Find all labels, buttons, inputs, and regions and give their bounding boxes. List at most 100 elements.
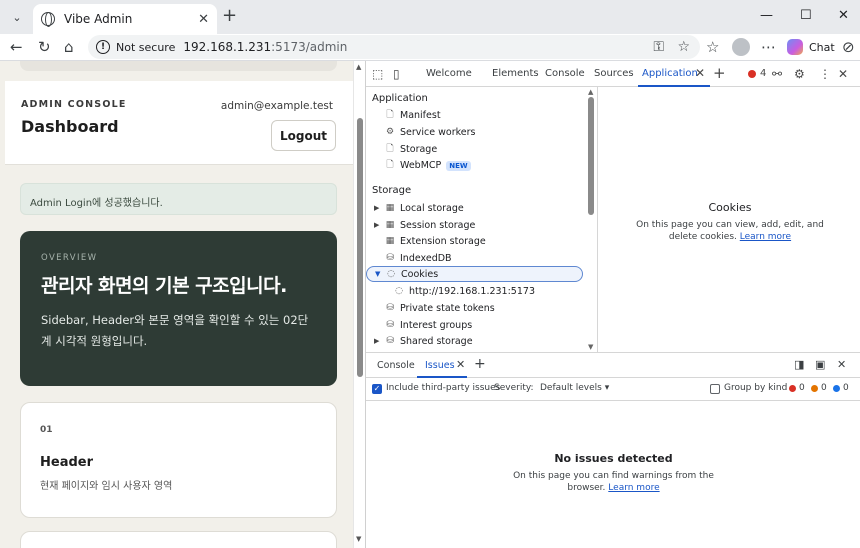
browser-tab[interactable]: Vibe Admin ✕ bbox=[33, 4, 217, 34]
devtools-tabbar: ⬚ ▯ Welcome Elements Console Sources App… bbox=[366, 61, 860, 87]
drawer-tab-issues[interactable]: Issues bbox=[425, 360, 455, 371]
tab-application[interactable]: Application bbox=[642, 68, 698, 79]
issues-body: No issues detected On this page you can … bbox=[366, 401, 860, 548]
share-icon[interactable]: ⚯ bbox=[772, 67, 782, 81]
overview-heading: 관리자 화면의 기본 구조입니다. bbox=[41, 275, 287, 297]
not-secure-label[interactable]: Not secure bbox=[116, 41, 175, 54]
home-icon[interactable]: ⌂ bbox=[64, 38, 74, 56]
chat-button[interactable]: Chat bbox=[787, 39, 835, 55]
new-tab-button[interactable]: + bbox=[222, 6, 237, 26]
tab-sources[interactable]: Sources bbox=[594, 68, 634, 79]
close-tab-icon[interactable]: ✕ bbox=[198, 12, 209, 27]
error-icon bbox=[789, 384, 796, 392]
error-count: 0 bbox=[789, 383, 805, 393]
database-icon: ⛁ bbox=[386, 253, 394, 263]
close-devtools-icon[interactable]: ✕ bbox=[838, 67, 848, 81]
cookies-pane: Cookies On this page you can view, add, … bbox=[599, 87, 860, 352]
tab-strip: ⌄ Vibe Admin ✕ + — ☐ ✕ bbox=[0, 0, 860, 34]
error-icon bbox=[748, 69, 756, 78]
add-drawer-tab-icon[interactable]: + bbox=[474, 356, 486, 372]
severity-label: Severity: bbox=[494, 383, 534, 393]
star-icon[interactable]: ☆ bbox=[677, 39, 690, 55]
browser-toolbar: ← ↻ ⌂ ! Not secure 192.168.1.231:5173/ad… bbox=[0, 34, 860, 61]
database-icon: ⛁ bbox=[386, 336, 394, 346]
warning-icon[interactable]: ! bbox=[96, 40, 110, 54]
more-menu-icon[interactable]: ⋯ bbox=[761, 38, 776, 56]
header-kicker: ADMIN CONSOLE bbox=[21, 99, 127, 110]
key-icon[interactable]: ⚿ bbox=[653, 39, 664, 55]
info-icon bbox=[833, 384, 840, 392]
tab-elements[interactable]: Elements bbox=[492, 68, 539, 79]
avatar[interactable] bbox=[732, 38, 750, 56]
device-toolbar-icon[interactable]: ▯ bbox=[393, 67, 400, 81]
sidebar-scroll-thumb[interactable] bbox=[588, 97, 594, 215]
feature-title: Header bbox=[40, 455, 94, 470]
close-tab-icon[interactable]: ✕ bbox=[695, 66, 705, 80]
more-tabs-icon[interactable]: + bbox=[713, 64, 726, 82]
info-count: 0 bbox=[833, 383, 849, 393]
scroll-up-icon[interactable]: ▲ bbox=[356, 63, 361, 71]
top-card-edge bbox=[20, 61, 337, 71]
drawer-tab-console[interactable]: Console bbox=[377, 360, 415, 371]
address-bar[interactable]: ! Not secure 192.168.1.231:5173/admin ⚿ … bbox=[88, 35, 700, 59]
close-window-button[interactable]: ✕ bbox=[838, 8, 849, 23]
collapse-arrow-icon[interactable]: ▼ bbox=[375, 270, 380, 278]
issues-learn-more-link[interactable]: Learn more bbox=[608, 483, 659, 493]
kebab-menu-icon[interactable]: ⋮ bbox=[819, 67, 831, 81]
page-scrollbar[interactable]: ▲ ▼ bbox=[353, 61, 365, 548]
page-scroll-thumb[interactable] bbox=[357, 118, 363, 377]
copilot-logo-icon bbox=[787, 39, 803, 55]
expand-arrow-icon[interactable]: ▶ bbox=[374, 337, 379, 345]
reload-icon[interactable]: ↻ bbox=[38, 38, 51, 56]
group-by-kind-label[interactable]: Group by kind bbox=[724, 383, 787, 393]
globe-icon bbox=[41, 12, 55, 27]
sidebar-scroll-down-icon[interactable]: ▼ bbox=[588, 343, 593, 351]
inspect-element-icon[interactable]: ⬚ bbox=[372, 67, 383, 81]
severity-select[interactable]: Default levels ▾ bbox=[540, 383, 609, 393]
grid-icon: ▦ bbox=[385, 236, 395, 246]
dock-side-icon[interactable]: ◨ bbox=[794, 358, 804, 371]
issues-filter-bar: ✓ Include third-party issues Severity: D… bbox=[366, 378, 860, 401]
expand-arrow-icon[interactable]: ▶ bbox=[374, 221, 379, 229]
cookie-icon: ◌ bbox=[395, 286, 403, 296]
file-icon: 🗋 bbox=[386, 160, 394, 170]
feature-number: 01 bbox=[40, 425, 53, 435]
drawer-tabbar: Console Issues ✕ + ◨ ▣ ✕ bbox=[366, 352, 860, 378]
close-drawer-icon[interactable]: ✕ bbox=[837, 358, 846, 371]
group-by-kind-checkbox[interactable] bbox=[710, 384, 720, 394]
undock-drawer-icon[interactable]: ▣ bbox=[815, 358, 825, 371]
url-text[interactable]: 192.168.1.231:5173/admin bbox=[183, 40, 347, 54]
third-party-checkbox[interactable]: ✓ bbox=[372, 384, 382, 394]
sidebar-scroll-up-icon[interactable]: ▲ bbox=[588, 88, 593, 96]
gear-icon: ⚙ bbox=[385, 127, 395, 137]
maximize-button[interactable]: ☐ bbox=[800, 8, 812, 23]
expand-arrow-icon[interactable]: ▶ bbox=[374, 204, 379, 212]
warning-count: 0 bbox=[811, 383, 827, 393]
favorites-icon[interactable]: ☆ bbox=[706, 38, 719, 56]
scroll-down-icon[interactable]: ▼ bbox=[356, 535, 361, 543]
close-issues-icon[interactable]: ✕ bbox=[456, 358, 465, 371]
overview-description: Sidebar, Header와 본문 영역을 확인할 수 있는 02단 계 시… bbox=[41, 313, 309, 348]
back-icon[interactable]: ← bbox=[10, 38, 23, 56]
minimize-button[interactable]: — bbox=[760, 8, 773, 23]
error-count-badge[interactable]: 4 bbox=[748, 68, 766, 79]
no-issues-description: On this page you can find warnings from … bbox=[513, 471, 714, 493]
no-issues-title: No issues detected bbox=[554, 452, 673, 465]
third-party-label[interactable]: Include third-party issues bbox=[386, 383, 500, 393]
tab-welcome[interactable]: Welcome bbox=[426, 68, 472, 79]
overview-kicker: OVERVIEW bbox=[41, 253, 98, 263]
overview-card: OVERVIEW 관리자 화면의 기본 구조입니다. Sidebar, Head… bbox=[20, 231, 337, 386]
sidebar-toggle-icon[interactable]: ⊘ bbox=[842, 38, 855, 56]
admin-header: ADMIN CONSOLE Dashboard admin@example.te… bbox=[5, 81, 355, 165]
cookies-learn-more-link[interactable]: Learn more bbox=[740, 232, 791, 242]
tab-console[interactable]: Console bbox=[545, 68, 585, 79]
cookie-icon: ◌ bbox=[387, 269, 395, 279]
logout-button[interactable]: Logout bbox=[271, 120, 336, 151]
grid-icon: ▦ bbox=[385, 203, 395, 213]
page-viewport: ADMIN CONSOLE Dashboard admin@example.te… bbox=[0, 61, 365, 548]
sidebar-item-cookies[interactable]: ▼ ◌ Cookies bbox=[366, 266, 583, 282]
settings-gear-icon[interactable]: ⚙ bbox=[794, 67, 805, 81]
cookies-description: On this page you can view, add, edit, an… bbox=[636, 220, 824, 242]
page-title: Dashboard bbox=[21, 117, 119, 136]
tab-search-chevron-icon[interactable]: ⌄ bbox=[6, 6, 28, 28]
